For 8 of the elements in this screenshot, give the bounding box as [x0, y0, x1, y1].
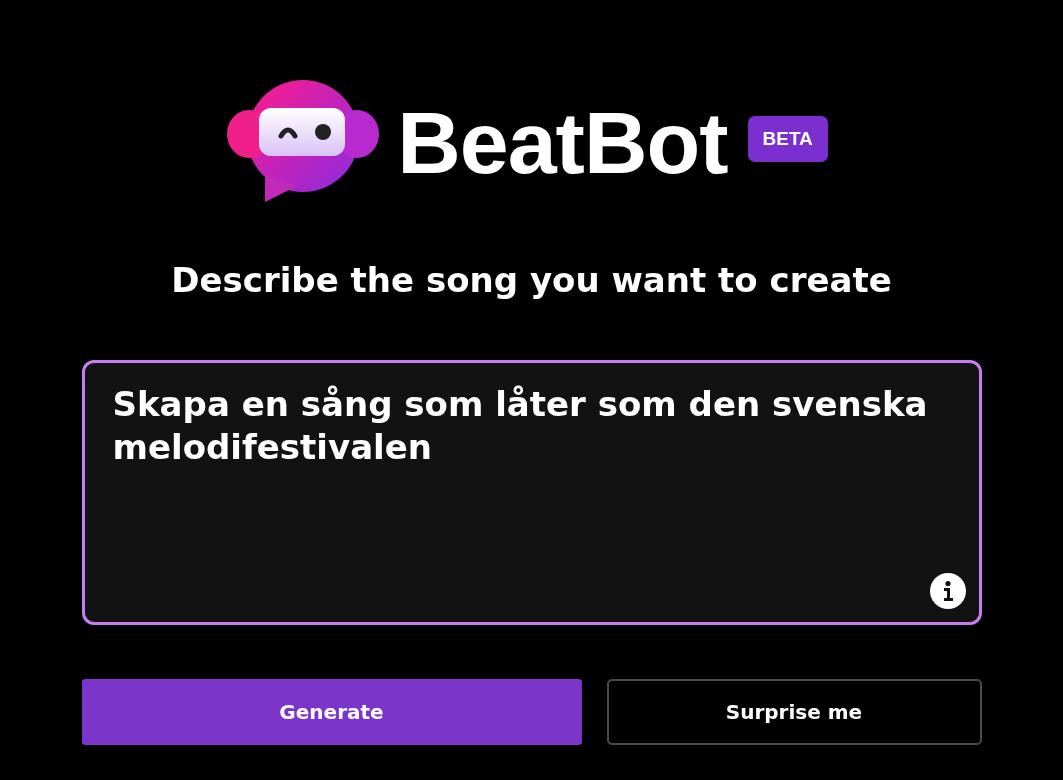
page-heading: Describe the song you want to create [171, 260, 892, 300]
prompt-field[interactable]: Skapa en sång som låter som den svenska melodifestivalen [81, 360, 982, 625]
robot-logo-icon [227, 78, 380, 202]
app-title: BeatBot [397, 99, 728, 187]
info-icon[interactable] [928, 572, 967, 610]
beta-badge: BETA [747, 116, 828, 162]
generate-button[interactable]: Generate [81, 679, 582, 745]
surprise-button[interactable]: Surprise me [606, 679, 982, 745]
